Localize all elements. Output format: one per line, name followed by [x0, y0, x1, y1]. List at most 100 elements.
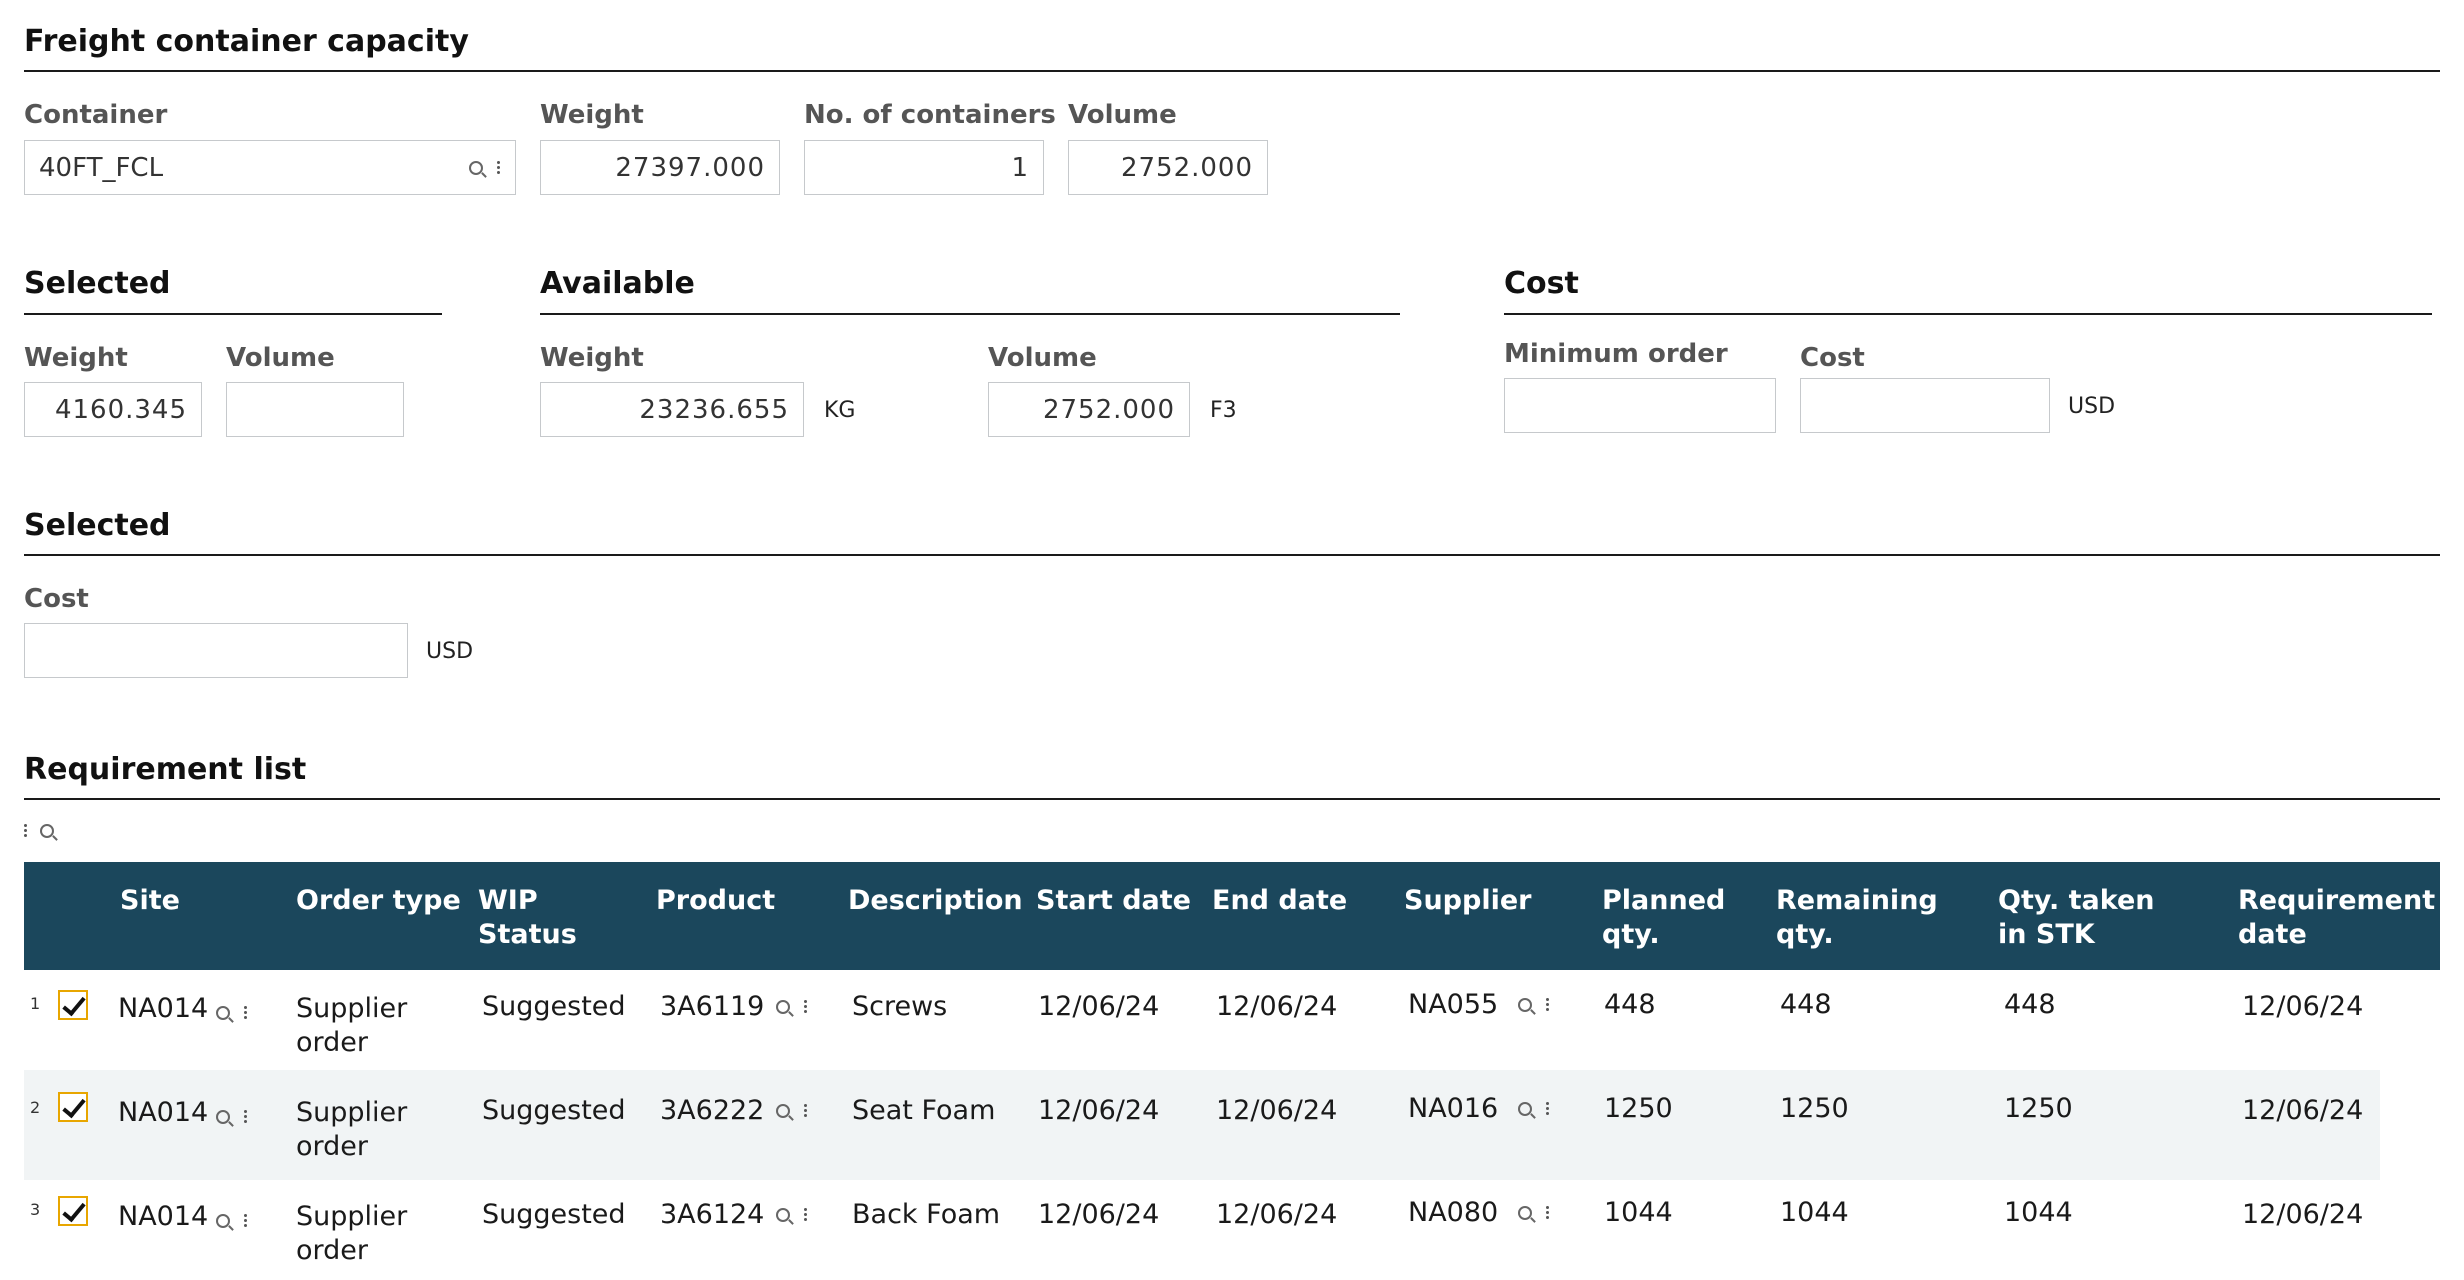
containers-field[interactable]: 1: [804, 140, 1044, 195]
column-header[interactable]: Remaining qty.: [1776, 884, 1938, 952]
end-date-cell: 12/06/24: [1216, 991, 1338, 1022]
site-cell[interactable]: NA014: [118, 992, 208, 1026]
product-search-icon[interactable]: [776, 1103, 790, 1118]
supplier-cell[interactable]: NA016: [1408, 1092, 1498, 1126]
available-volume-field[interactable]: 2752.000: [988, 382, 1190, 437]
column-header[interactable]: Site: [120, 884, 180, 918]
selected-volume-field[interactable]: [226, 382, 404, 437]
column-header[interactable]: WIP Status: [478, 884, 577, 952]
column-header[interactable]: Description: [848, 884, 1023, 918]
selected-cost-divider: [24, 554, 2440, 556]
minimum-order-field[interactable]: [1504, 378, 1776, 433]
column-header[interactable]: End date: [1212, 884, 1347, 918]
table-options-icon[interactable]: [24, 822, 28, 839]
container-field[interactable]: 40FT_FCL: [24, 140, 516, 195]
remaining-qty-cell: 448: [1780, 989, 1832, 1020]
table-toolbar: [24, 822, 54, 839]
product-options-icon[interactable]: [804, 998, 808, 1015]
row-checkbox[interactable]: [58, 1092, 88, 1122]
product-cell[interactable]: 3A6222: [660, 1094, 764, 1128]
product-cell[interactable]: 3A6119: [660, 990, 764, 1024]
product-options-icon[interactable]: [804, 1206, 808, 1223]
selected-section-title: Selected: [24, 266, 171, 301]
cost-field[interactable]: [1800, 378, 2050, 433]
column-header[interactable]: Planned qty.: [1602, 884, 1725, 952]
start-date-cell: 12/06/24: [1038, 991, 1160, 1022]
order-type-cell: Supplier order: [296, 1201, 408, 1266]
site-cell[interactable]: NA014: [118, 1096, 208, 1130]
row-checkbox[interactable]: [58, 990, 88, 1020]
more-options-icon[interactable]: [497, 159, 501, 176]
supplier-cell[interactable]: NA055: [1408, 988, 1498, 1022]
selected-weight-label: Weight: [24, 343, 128, 373]
available-section-title: Available: [540, 266, 695, 301]
search-icon[interactable]: [469, 160, 483, 175]
available-weight-field[interactable]: 23236.655: [540, 382, 804, 437]
site-options-icon[interactable]: [244, 1108, 248, 1125]
containers-label: No. of containers: [804, 100, 1056, 130]
volume-label: Volume: [1068, 100, 1177, 130]
selected-weight-field[interactable]: 4160.345: [24, 382, 202, 437]
requirement-date-cell: 12/06/24: [2242, 1095, 2364, 1126]
column-header[interactable]: Order type: [296, 884, 461, 918]
table-row[interactable]: 3 NA014 Supplier order Suggested 3A6124 …: [24, 1180, 2380, 1280]
qty-taken-cell: 1044: [2004, 1197, 2073, 1228]
site-search-icon[interactable]: [216, 1109, 230, 1124]
weight-field[interactable]: 27397.000: [540, 140, 780, 195]
row-number: 1: [30, 994, 41, 1013]
selected-cost-label: Cost: [24, 584, 89, 614]
row-number: 2: [30, 1098, 41, 1117]
column-header[interactable]: Start date: [1036, 884, 1191, 918]
weight-unit: KG: [824, 398, 856, 423]
requirement-divider: [24, 798, 2440, 800]
available-divider: [540, 313, 1400, 315]
supplier-cell[interactable]: NA080: [1408, 1196, 1498, 1230]
product-cell[interactable]: 3A6124: [660, 1198, 764, 1232]
order-type-cell: Supplier order: [296, 993, 408, 1058]
cost-unit: USD: [2068, 394, 2116, 419]
product-search-icon[interactable]: [776, 999, 790, 1014]
volume-field[interactable]: 2752.000: [1068, 140, 1268, 195]
supplier-search-icon[interactable]: [1518, 1205, 1532, 1220]
column-header[interactable]: Product: [656, 884, 775, 918]
column-header[interactable]: Supplier: [1404, 884, 1531, 918]
selected-cost-section-title: Selected: [24, 508, 171, 543]
table-header: Site Order type WIP Status Product Descr…: [24, 862, 2440, 970]
table-search-icon[interactable]: [40, 823, 54, 838]
row-number: 3: [30, 1200, 41, 1219]
supplier-search-icon[interactable]: [1518, 1101, 1532, 1116]
supplier-options-icon[interactable]: [1546, 1204, 1550, 1221]
end-date-cell: 12/06/24: [1216, 1199, 1338, 1230]
site-cell[interactable]: NA014: [118, 1200, 208, 1234]
product-search-icon[interactable]: [776, 1207, 790, 1222]
remaining-qty-cell: 1044: [1780, 1197, 1849, 1228]
selected-cost-field[interactable]: [24, 623, 408, 678]
qty-taken-cell: 1250: [2004, 1093, 2073, 1124]
planned-qty-cell: 448: [1604, 989, 1656, 1020]
freight-divider: [24, 70, 2440, 72]
site-search-icon[interactable]: [216, 1005, 230, 1020]
requirement-list-title: Requirement list: [24, 752, 307, 787]
supplier-options-icon[interactable]: [1546, 996, 1550, 1013]
weight-label: Weight: [540, 100, 644, 130]
wip-status-cell: Suggested: [482, 1095, 626, 1126]
end-date-cell: 12/06/24: [1216, 1095, 1338, 1126]
site-options-icon[interactable]: [244, 1004, 248, 1021]
requirement-date-cell: 12/06/24: [2242, 1199, 2364, 1230]
table-row[interactable]: 2 NA014 Supplier order Suggested 3A6222 …: [24, 1070, 2380, 1180]
product-options-icon[interactable]: [804, 1102, 808, 1119]
selected-cost-unit: USD: [426, 639, 474, 664]
start-date-cell: 12/06/24: [1038, 1095, 1160, 1126]
table-row[interactable]: 1 NA014 Supplier order Suggested 3A6119 …: [24, 970, 2380, 1070]
site-search-icon[interactable]: [216, 1213, 230, 1228]
requirement-date-cell: 12/06/24: [2242, 991, 2364, 1022]
supplier-options-icon[interactable]: [1546, 1100, 1550, 1117]
supplier-search-icon[interactable]: [1518, 997, 1532, 1012]
freight-section-title: Freight container capacity: [24, 24, 469, 59]
row-checkbox[interactable]: [58, 1196, 88, 1226]
remaining-qty-cell: 1250: [1780, 1093, 1849, 1124]
site-options-icon[interactable]: [244, 1212, 248, 1229]
column-header[interactable]: Requirement date: [2238, 884, 2435, 952]
qty-taken-cell: 448: [2004, 989, 2056, 1020]
column-header[interactable]: Qty. taken in STK: [1998, 884, 2155, 952]
